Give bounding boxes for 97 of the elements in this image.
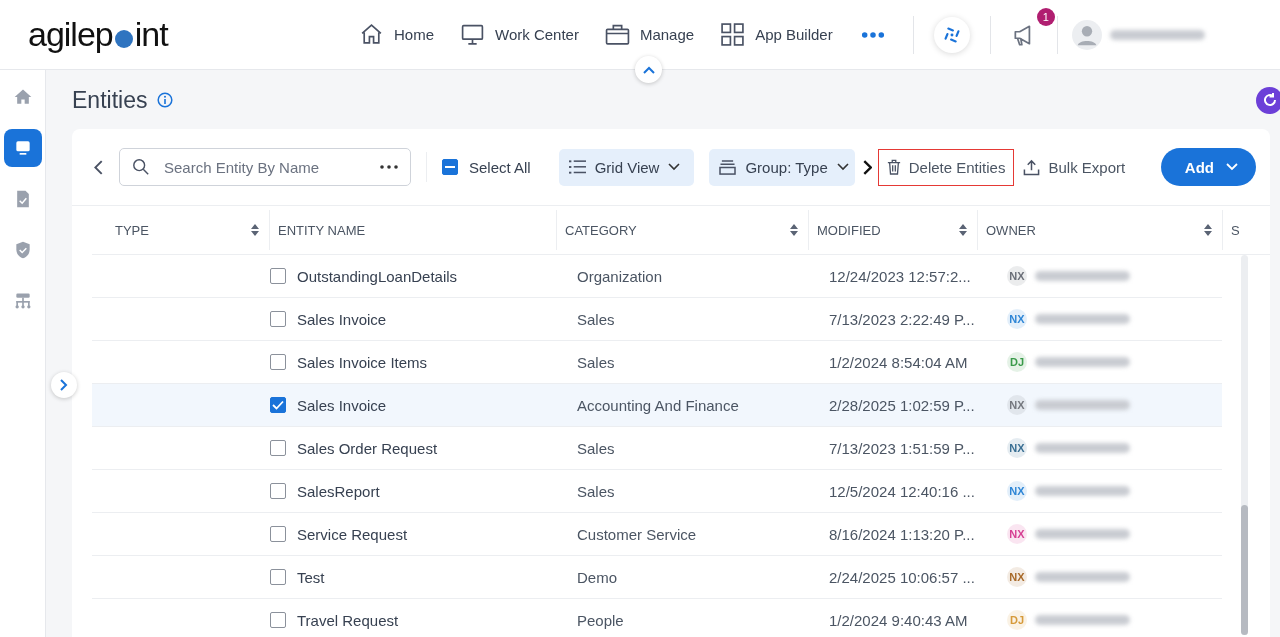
row-checkbox[interactable] <box>270 354 286 370</box>
more-icon[interactable] <box>860 30 885 39</box>
sort-icon[interactable] <box>959 224 967 236</box>
column-header[interactable]: OWNER <box>977 210 1222 250</box>
trash-icon <box>886 159 901 175</box>
entity-name-cell: Sales Invoice <box>297 396 387 414</box>
scroll-left-icon[interactable] <box>94 159 103 175</box>
owner-initials-avatar: NX <box>1007 438 1027 458</box>
user-avatar-icon[interactable] <box>1071 19 1102 50</box>
sidebar-item[interactable] <box>3 129 42 167</box>
row-checkbox[interactable] <box>270 483 286 499</box>
modified-cell: 1/2/2024 9:40:43 AM <box>829 611 968 629</box>
column-header[interactable]: MODIFIED <box>808 210 977 250</box>
notifications-button[interactable]: 1 <box>1010 7 1055 48</box>
category-cell: Accounting And Finance <box>577 396 739 414</box>
owner-initials-avatar: NX <box>1007 567 1027 587</box>
category-cell: Organization <box>577 267 663 285</box>
sort-icon[interactable] <box>1204 224 1212 236</box>
modified-cell: 7/13/2023 1:51:59 P... <box>829 439 975 457</box>
chevron-up-icon <box>642 65 655 74</box>
modified-cell: 12/5/2024 12:40:16 ... <box>829 482 975 500</box>
column-header[interactable]: CATEGORY <box>556 210 808 250</box>
collapse-header-button[interactable] <box>635 56 662 83</box>
column-header[interactable]: ENTITY NAME <box>269 210 556 250</box>
nav-link[interactable]: Home <box>359 22 434 47</box>
owner-initials-avatar: NX <box>1007 481 1027 501</box>
chevron-right-icon <box>60 379 68 391</box>
more-options-icon[interactable] <box>380 165 398 169</box>
sort-icon[interactable] <box>790 224 798 236</box>
delete-button[interactable]: Delete Entities <box>877 148 1015 186</box>
refresh-button[interactable] <box>1256 86 1280 114</box>
pinwheel-button[interactable] <box>933 16 970 53</box>
nav-link[interactable]: Manage <box>604 22 695 47</box>
nav-link[interactable]: Work Center <box>460 22 579 47</box>
group-dropdown[interactable]: Group: Type <box>709 148 855 186</box>
column-header[interactable]: TYPE <box>92 206 269 254</box>
owner-initials-avatar: NX <box>1007 309 1027 329</box>
entity-name-cell: SalesReport <box>297 482 380 500</box>
column-header[interactable]: S <box>1222 210 1270 250</box>
home-icon <box>12 87 33 107</box>
refresh-icon <box>1261 92 1278 108</box>
category-cell: Sales <box>577 482 615 500</box>
stack-icon <box>719 159 737 175</box>
modified-cell: 1/2/2024 8:54:04 AM <box>829 353 968 371</box>
category-cell: People <box>577 611 624 629</box>
list-icon <box>568 160 586 174</box>
entity-name-cell: Test <box>297 568 325 586</box>
notification-badge: 1 <box>1036 7 1055 26</box>
modified-cell: 7/13/2023 2:22:49 P... <box>829 310 975 328</box>
row-checkbox[interactable] <box>270 311 286 327</box>
owner-initials-avatar: NX <box>1007 524 1027 544</box>
grid-icon <box>720 22 746 47</box>
row-checkbox[interactable] <box>270 526 286 542</box>
modified-cell: 8/16/2024 1:13:20 P... <box>829 525 975 543</box>
category-cell: Sales <box>577 353 615 371</box>
entity-name-cell: Travel Request <box>297 611 399 629</box>
entity-name-cell: Sales Order Request <box>297 439 438 457</box>
add-button[interactable]: Add <box>1160 148 1256 186</box>
house-icon <box>359 22 384 47</box>
scroll-right-icon[interactable] <box>862 159 872 175</box>
modified-cell: 12/24/2023 12:57:2... <box>829 267 971 285</box>
row-checkbox[interactable] <box>270 569 286 585</box>
category-cell: Customer Service <box>577 525 697 543</box>
info-icon[interactable] <box>157 92 174 108</box>
modified-cell: 2/24/2025 10:06:57 ... <box>829 568 975 586</box>
search-icon <box>132 158 150 176</box>
owner-initials-avatar: DJ <box>1007 610 1027 630</box>
monitor-icon <box>460 22 485 47</box>
upload-icon <box>1023 158 1041 176</box>
entity-name-cell: Sales Invoice Items <box>297 353 428 371</box>
category-cell: Sales <box>577 439 615 457</box>
logo: agilep int <box>27 15 170 54</box>
owner-initials-avatar: NX <box>1007 395 1027 415</box>
caret-icon <box>836 163 849 171</box>
row-checkbox[interactable] <box>270 268 286 284</box>
owner-initials-avatar: NX <box>1007 266 1027 286</box>
row-checkbox[interactable] <box>270 397 286 413</box>
select-all-checkbox[interactable]: Select All <box>442 158 531 176</box>
page-title: Entities <box>72 86 148 114</box>
expand-sidebar-button[interactable] <box>51 372 77 398</box>
owner-initials-avatar: DJ <box>1007 352 1027 372</box>
search-bar[interactable]: Search Entity By Name <box>119 148 411 186</box>
scrollbar[interactable] <box>1241 255 1248 635</box>
row-checkbox[interactable] <box>270 440 286 456</box>
nav-link[interactable]: App Builder <box>720 22 833 47</box>
sort-icon[interactable] <box>251 224 259 236</box>
category-cell: Demo <box>577 568 617 586</box>
briefcase-icon <box>604 22 630 47</box>
entity-name-cell: Service Request <box>297 525 408 543</box>
entity-name-cell: Sales Invoice <box>297 310 387 328</box>
view-dropdown[interactable]: Grid View <box>558 148 695 186</box>
caret-icon <box>1226 163 1238 171</box>
category-cell: Sales <box>577 310 615 328</box>
caret-icon <box>668 163 681 171</box>
modified-cell: 2/28/2025 1:02:59 P... <box>829 396 975 414</box>
entity-name-cell: OutstandingLoanDetails <box>297 267 458 285</box>
row-checkbox[interactable] <box>270 612 286 628</box>
